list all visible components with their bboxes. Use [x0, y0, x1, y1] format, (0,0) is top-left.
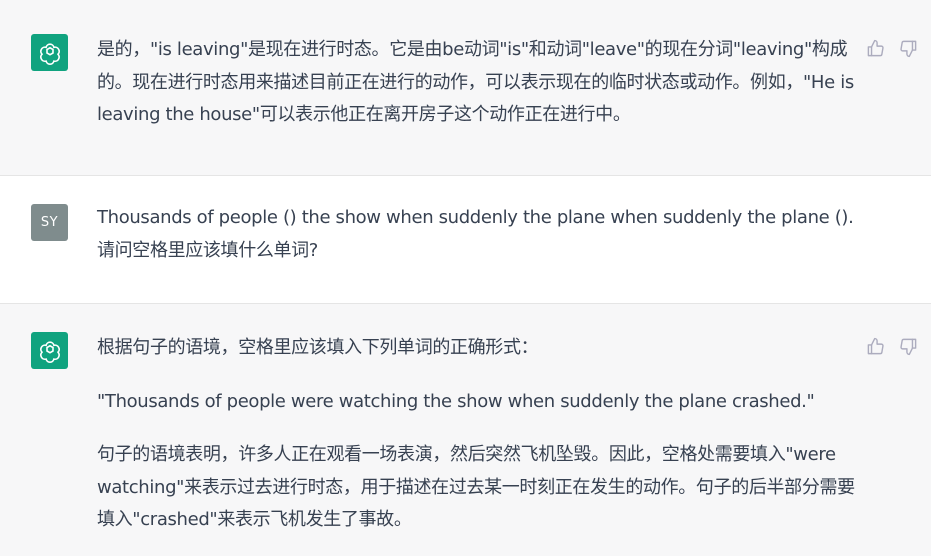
user-avatar-initials: SY — [40, 215, 59, 230]
assistant-avatar — [31, 332, 68, 369]
message-content: 是的，"is leaving"是现在进行时态。它是由be动词"is"和动词"le… — [97, 34, 867, 132]
thumbs-up-icon[interactable] — [866, 337, 885, 356]
message-paragraph: 句子的语境表明，许多人正在观看一场表演，然后突然飞机坠毁。因此，空格处需要填入"… — [97, 444, 855, 530]
message-paragraph: "Thousands of people were watching the s… — [97, 390, 815, 412]
assistant-avatar — [31, 34, 68, 71]
openai-logo-icon — [39, 340, 60, 363]
message-paragraph: 根据句子的语境，空格里应该填入下列单词的正确形式： — [97, 337, 539, 358]
thumbs-up-icon[interactable] — [866, 39, 885, 58]
message-content: Thousands of people () the show when sud… — [97, 202, 867, 267]
feedback-actions — [866, 39, 918, 58]
thumbs-down-icon[interactable] — [899, 337, 918, 356]
user-message: SY Thousands of people () the show when … — [0, 176, 931, 303]
chat-thread: 是的，"is leaving"是现在进行时态。它是由be动词"is"和动词"le… — [0, 0, 931, 556]
message-paragraph: Thousands of people () the show when sud… — [97, 207, 854, 261]
thumbs-down-icon[interactable] — [899, 39, 918, 58]
openai-logo-icon — [39, 42, 60, 65]
assistant-message: 根据句子的语境，空格里应该填入下列单词的正确形式： "Thousands of … — [0, 304, 931, 556]
user-avatar: SY — [31, 204, 68, 241]
message-content: 根据句子的语境，空格里应该填入下列单词的正确形式： "Thousands of … — [97, 332, 867, 537]
message-paragraph: 是的，"is leaving"是现在进行时态。它是由be动词"is"和动词"le… — [97, 39, 854, 125]
assistant-message: 是的，"is leaving"是现在进行时态。它是由be动词"is"和动词"le… — [0, 0, 931, 175]
feedback-actions — [866, 337, 918, 356]
